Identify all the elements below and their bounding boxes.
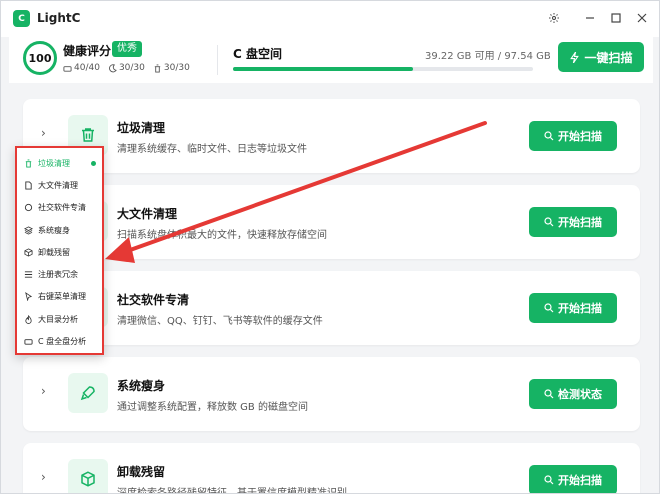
- health-score: 100: [23, 41, 57, 75]
- menu-item-label: C 盘全盘分析: [38, 337, 87, 347]
- search-icon: [544, 217, 554, 227]
- cursor-icon: [23, 292, 33, 302]
- menu-item-context-menu[interactable]: 右键菜单清理: [17, 286, 102, 308]
- app-title: LightC: [37, 11, 81, 25]
- card-large-files[interactable]: › 大文件清理 扫描系统盘体积最大的文件，快速释放存储空间 开始扫描: [23, 185, 640, 259]
- search-icon: [544, 131, 554, 141]
- menu-item-label: 大目录分析: [38, 314, 78, 324]
- menu-item-large-files[interactable]: 大文件清理: [17, 174, 102, 196]
- close-icon[interactable]: [633, 9, 651, 27]
- package-icon: [68, 459, 108, 493]
- stat-trash: 30/30: [153, 63, 190, 73]
- menu-item-label: 垃圾清理: [38, 158, 70, 168]
- menu-item-trash-clean[interactable]: 垃圾清理: [17, 152, 102, 174]
- menu-item-label: 系统瘦身: [38, 225, 70, 235]
- maximize-icon[interactable]: [607, 9, 625, 27]
- disk-title: C 盘空间: [233, 47, 282, 61]
- health-stats: 40/40 30/30 30/30: [63, 63, 190, 73]
- lightning-icon: [570, 51, 580, 63]
- card-desc: 清理系统缓存、临时文件、日志等垃圾文件: [117, 144, 307, 155]
- health-badge: 优秀: [112, 41, 142, 57]
- search-icon: [544, 389, 554, 399]
- start-scan-button[interactable]: 开始扫描: [529, 293, 617, 323]
- trash-icon: [154, 63, 161, 73]
- menu-item-label: 社交软件专清: [38, 203, 86, 213]
- stat-disk: 40/40: [63, 63, 100, 73]
- menu-item-label: 注册表冗余: [38, 270, 78, 280]
- card-desc: 通过调整系统配置，释放数 GB 的磁盘空间: [117, 402, 308, 413]
- button-label: 开始扫描: [558, 302, 602, 315]
- drive-icon: [63, 65, 72, 72]
- scan-all-label: 一键扫描: [584, 50, 633, 65]
- minimize-icon[interactable]: [581, 9, 599, 27]
- check-status-button[interactable]: 检测状态: [529, 379, 617, 409]
- layers-icon: [23, 225, 33, 235]
- card-title: 系统瘦身: [117, 379, 166, 393]
- card-title: 垃圾清理: [117, 121, 166, 135]
- search-icon: [544, 475, 554, 485]
- card-desc: 清理微信、QQ、钉钉、飞书等软件的缓存文件: [117, 316, 323, 327]
- card-system-slim[interactable]: › 系统瘦身 通过调整系统配置，释放数 GB 的磁盘空间 检测状态: [23, 357, 640, 431]
- moon-icon: [109, 63, 117, 72]
- menu-item-label: 大文件清理: [38, 180, 78, 190]
- file-icon: [23, 180, 33, 190]
- disk-info: 39.22 GB 可用 / 97.54 GB: [425, 51, 551, 62]
- button-label: 开始扫描: [558, 130, 602, 143]
- rocket-icon: [68, 373, 108, 413]
- chat-icon: [23, 203, 33, 213]
- card-title: 卸载残留: [117, 465, 166, 479]
- menu-item-large-dirs[interactable]: 大目录分析: [17, 308, 102, 330]
- drive-icon: [23, 337, 33, 347]
- menu-item-registry[interactable]: 注册表冗余: [17, 263, 102, 285]
- card-desc: 深度检索各路径残留特征，基于置信度模型精准识别: [117, 488, 347, 494]
- list-icon: [23, 270, 33, 280]
- chevron-right-icon[interactable]: ›: [41, 126, 46, 140]
- start-scan-button[interactable]: 开始扫描: [529, 207, 617, 237]
- settings-gear-icon[interactable]: [545, 9, 563, 27]
- stat-trash-value: 30/30: [163, 63, 190, 73]
- stat-memory-value: 30/30: [118, 63, 145, 73]
- menu-item-label: 右键菜单清理: [38, 292, 86, 302]
- card-desc: 扫描系统盘体积最大的文件，快速释放存储空间: [117, 230, 327, 241]
- app-logo: C: [13, 10, 30, 27]
- card-title: 社交软件专清: [117, 293, 190, 307]
- button-label: 开始扫描: [558, 216, 602, 229]
- flame-icon: [23, 314, 33, 324]
- chevron-right-icon[interactable]: ›: [41, 384, 46, 398]
- trash-icon: [23, 158, 33, 168]
- card-trash-clean[interactable]: › 垃圾清理 清理系统缓存、临时文件、日志等垃圾文件 开始扫描: [23, 99, 640, 173]
- active-dot: [91, 161, 96, 166]
- button-label: 开始扫描: [558, 474, 602, 487]
- start-scan-button[interactable]: 开始扫描: [529, 465, 617, 493]
- chevron-right-icon[interactable]: ›: [41, 470, 46, 484]
- card-title: 大文件清理: [117, 207, 178, 221]
- start-scan-button[interactable]: 开始扫描: [529, 121, 617, 151]
- menu-item-c-drive-analysis[interactable]: C 盘全盘分析: [17, 330, 102, 352]
- card-uninstall-residue[interactable]: › 卸载残留 深度检索各路径残留特征，基于置信度模型精准识别 开始扫描: [23, 443, 640, 494]
- menu-item-uninstall-residue[interactable]: 卸载残留: [17, 241, 102, 263]
- header-divider: [217, 45, 218, 75]
- disk-usage-bar: [233, 67, 533, 71]
- title-bar: C LightC: [1, 1, 659, 37]
- stat-disk-value: 40/40: [74, 63, 100, 73]
- search-icon: [544, 303, 554, 313]
- feature-list: › 垃圾清理 清理系统缓存、临时文件、日志等垃圾文件 开始扫描 › 大文件清理 …: [9, 87, 653, 494]
- nav-popup-menu: 垃圾清理 大文件清理 社交软件专清 系统瘦身 卸载残留 注册表冗余 右键菜单清理: [15, 146, 104, 355]
- disk-usage-fill: [233, 67, 413, 71]
- stat-memory: 30/30: [108, 63, 145, 73]
- menu-item-system-slim[interactable]: 系统瘦身: [17, 219, 102, 241]
- scan-all-button[interactable]: 一键扫描: [558, 42, 644, 72]
- card-social-clean[interactable]: › 社交软件专清 清理微信、QQ、钉钉、飞书等软件的缓存文件 开始扫描: [23, 271, 640, 345]
- menu-item-label: 卸载残留: [38, 247, 70, 257]
- package-icon: [23, 247, 33, 257]
- menu-item-social-clean[interactable]: 社交软件专清: [17, 197, 102, 219]
- app-window: C LightC 100 健康评分 优秀 40/40 30/30 30/30 C…: [0, 0, 660, 494]
- button-label: 检测状态: [558, 388, 602, 401]
- health-title: 健康评分: [63, 44, 112, 58]
- status-header: 100 健康评分 优秀 40/40 30/30 30/30 C 盘空间 39.2…: [9, 37, 653, 83]
